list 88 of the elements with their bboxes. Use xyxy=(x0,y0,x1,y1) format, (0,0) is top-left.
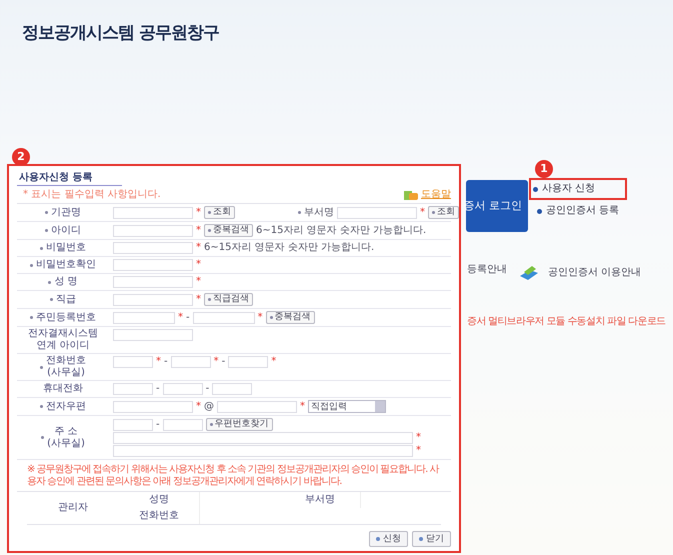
input-field[interactable] xyxy=(113,400,193,412)
field-label: 아이디 xyxy=(45,224,81,236)
separator-text: @ xyxy=(204,400,214,412)
email-dropdown[interactable]: 직접입력 xyxy=(308,400,386,413)
input-field[interactable] xyxy=(113,432,413,444)
bullet-icon xyxy=(537,208,542,214)
input-field[interactable] xyxy=(113,224,193,236)
field-label: 직급 xyxy=(50,294,76,306)
action-button[interactable]: 닫기 xyxy=(412,531,451,547)
action-button[interactable]: 신청 xyxy=(369,531,408,547)
input-field[interactable] xyxy=(113,242,193,254)
input-field[interactable] xyxy=(113,206,193,218)
required-mark: * xyxy=(196,242,201,254)
input-field[interactable] xyxy=(113,294,193,306)
bullet-icon xyxy=(533,186,538,192)
required-mark: * xyxy=(214,356,219,368)
input-field[interactable] xyxy=(113,276,193,288)
input-field[interactable] xyxy=(337,206,417,218)
input-field[interactable] xyxy=(113,383,153,395)
required-mark: * xyxy=(258,312,263,324)
input-field[interactable] xyxy=(212,383,252,395)
input-field[interactable] xyxy=(162,383,203,395)
guide-link[interactable]: 등록안내 xyxy=(467,264,507,276)
required-mark: * xyxy=(196,400,201,412)
popup-title: 사용자신청 등록 xyxy=(17,172,122,186)
field-label: 기관명 xyxy=(45,206,81,218)
search-button[interactable]: 중복검색 xyxy=(266,311,315,324)
required-mark: * xyxy=(178,312,183,324)
table-header: 부서명 xyxy=(304,493,336,507)
required-mark: * xyxy=(196,224,201,236)
guide-link[interactable]: 공인인증서 이용안내 xyxy=(548,267,642,279)
notice-text: ※ 공무원창구에 접속하기 위해서는 사용자신청 후 소속 기관의 정보공개관리자의 승인이 필요합니다. 사용자 승인에 관련된 문의사항은 아래 정보공개관리자에게 연락하시기 바랍니다. xyxy=(17,460,451,492)
page-title: 정보공개시스템 공무원창구 xyxy=(22,22,219,44)
hint-text: 6~15자리 영문자 숫자만 가능합니다. xyxy=(256,224,426,236)
folder-icon xyxy=(403,189,419,201)
required-mark: * xyxy=(196,259,201,271)
input-field[interactable] xyxy=(113,312,175,324)
input-field[interactable] xyxy=(113,356,153,368)
search-button[interactable]: 중복검색 xyxy=(204,224,253,237)
input-field[interactable] xyxy=(192,312,255,324)
input-field[interactable] xyxy=(217,400,297,412)
input-field[interactable] xyxy=(113,445,413,457)
input-field[interactable] xyxy=(170,356,211,368)
search-button[interactable]: 우편번호찾기 xyxy=(206,418,273,431)
required-mark: * xyxy=(416,445,421,457)
input-field[interactable] xyxy=(113,418,153,430)
input-field[interactable] xyxy=(113,259,193,271)
search-button[interactable]: 조회 xyxy=(428,206,459,219)
required-mark: * xyxy=(300,400,305,412)
table-header: 전화번호 xyxy=(138,509,180,523)
table-header: 관리자 xyxy=(57,501,89,515)
required-mark: * xyxy=(271,356,276,368)
field-label: 전자결재시스템 연계 아이디 xyxy=(28,328,98,352)
required-mark: * xyxy=(196,206,201,218)
field-label: 비밀번호 xyxy=(40,242,86,254)
field-label: 부서명 xyxy=(298,206,334,218)
required-mark: * xyxy=(420,206,425,218)
field-label: 비밀번호확인 xyxy=(30,259,96,271)
search-button[interactable]: 직급검색 xyxy=(204,293,253,306)
required-mark: * xyxy=(156,356,161,368)
field-label: 주 소 (사무실) xyxy=(41,426,85,450)
field-label: 성 명 xyxy=(48,276,78,288)
separator-text: - xyxy=(164,356,168,368)
caret-icon xyxy=(375,401,385,412)
input-field[interactable] xyxy=(113,329,193,341)
field-label: 주민등록번호 xyxy=(30,312,96,324)
required-mark: * xyxy=(196,276,201,288)
separator-text: - xyxy=(156,383,160,395)
search-button[interactable]: 조회 xyxy=(204,206,235,219)
input-field[interactable] xyxy=(162,418,203,430)
required-mark: * xyxy=(196,294,201,306)
field-label: 전화번호 (사무실) xyxy=(40,355,86,379)
menu-link[interactable]: 사용자 신청 xyxy=(529,178,628,200)
hint-text: 6~15자리 영문자 숫자만 가능합니다. xyxy=(204,242,374,254)
required-mark: * xyxy=(416,432,421,444)
separator-text: - xyxy=(186,312,190,324)
table-header: 성명 xyxy=(148,493,170,507)
field-label: 전자우편 xyxy=(40,400,86,412)
separator-text: - xyxy=(222,356,226,368)
input-field[interactable] xyxy=(228,356,268,368)
callout-number: 2 xyxy=(12,148,30,166)
callout-number: 1 xyxy=(535,160,553,178)
required-note: * 표시는 필수입력 사항입니다. xyxy=(23,189,161,201)
menu-link[interactable]: 공인인증서 등록 xyxy=(533,203,628,219)
separator-text: - xyxy=(156,418,160,430)
download-link[interactable]: 증서 멀티브라우저 모듈 수동설치 파일 다운로드 xyxy=(467,316,666,328)
separator-text: - xyxy=(206,383,210,395)
field-label: 휴대전화 xyxy=(43,383,83,395)
